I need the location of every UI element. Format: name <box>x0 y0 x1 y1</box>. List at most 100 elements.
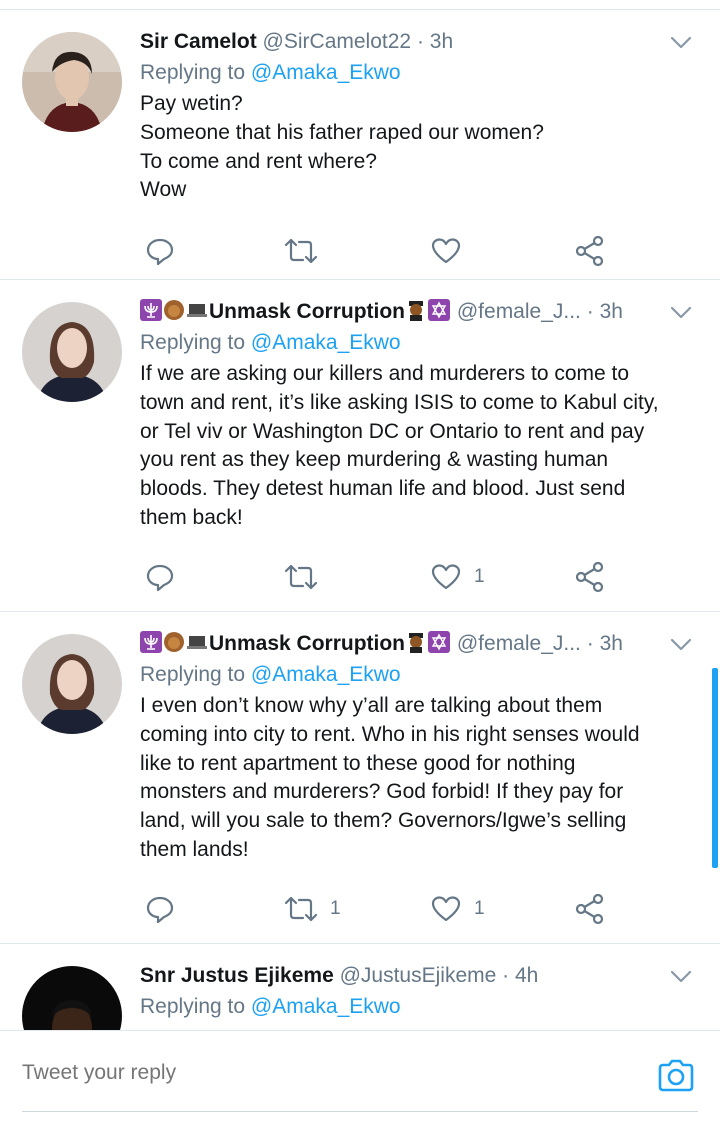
separator-dot: · <box>416 30 424 53</box>
timestamp[interactable]: 4h <box>515 964 538 987</box>
avatar[interactable] <box>22 634 122 734</box>
tweet-text-line: you rent as they keep murdering & wastin… <box>140 448 609 472</box>
chevron-down-icon[interactable] <box>670 970 692 984</box>
tweet-text: If we are asking our killers and murdere… <box>140 360 680 533</box>
tweet-text-line: Someone that his father raped our women? <box>140 120 544 144</box>
tweet-text-line: them back! <box>140 505 243 529</box>
star-of-david-emoji-icon <box>428 299 451 321</box>
top-divider <box>0 0 720 10</box>
replying-to: Replying to @Amaka_Ekwo <box>140 58 680 88</box>
user-handle[interactable]: @female_J... <box>457 300 581 323</box>
tweet[interactable]: Unmask Corruption @female_J... · 3h Repl… <box>0 612 720 944</box>
heart-icon <box>431 896 461 922</box>
person-emoji-icon <box>164 300 184 320</box>
tweet-header: Snr Justus Ejikeme @JustusEjikeme · 4h <box>140 962 680 990</box>
mention-link[interactable]: @Amaka_Ekwo <box>251 61 401 84</box>
menorah-emoji-icon <box>140 631 162 653</box>
share-icon <box>575 893 604 925</box>
retweet-count: 1 <box>330 898 341 919</box>
reply-timeline[interactable]: Sir Camelot @SirCamelot22 · 3h Replying … <box>0 0 720 1030</box>
replying-to: Replying to @Amaka_Ekwo <box>140 660 680 690</box>
laptop-emoji-icon <box>187 304 207 317</box>
mention-link[interactable]: @Amaka_Ekwo <box>251 331 401 354</box>
reply-button[interactable] <box>144 560 176 594</box>
share-button[interactable] <box>574 892 606 926</box>
chevron-down-icon[interactable] <box>670 36 692 50</box>
tweet-header: Unmask Corruption @female_J... · 3h <box>140 630 680 658</box>
replying-to-label: Replying to <box>140 331 246 354</box>
like-button[interactable]: 1 <box>430 892 485 926</box>
tweet-text-line: If we are asking our killers and murdere… <box>140 362 630 385</box>
person-emoji-icon <box>164 632 184 652</box>
tweet-text-line: bloods. They detest human life and blood… <box>140 477 626 501</box>
tweet-actions: 1 1 <box>140 892 610 926</box>
tweet-text-line: them lands! <box>140 837 249 861</box>
camera-icon[interactable] <box>656 1058 696 1094</box>
avatar[interactable] <box>22 302 122 402</box>
timestamp[interactable]: 3h <box>430 30 453 53</box>
like-count: 1 <box>474 566 485 587</box>
tweet-header: Sir Camelot @SirCamelot22 · 3h <box>140 28 680 56</box>
tweet[interactable]: Unmask Corruption @female_J... · 3h Repl… <box>0 280 720 612</box>
share-button[interactable] <box>574 234 606 268</box>
tweet-text-line: monsters and murderers? God forbid! If t… <box>140 780 624 804</box>
display-name[interactable]: Snr Justus Ejikeme <box>140 964 334 987</box>
like-button[interactable]: 1 <box>430 560 485 594</box>
reply-icon <box>146 896 174 924</box>
replying-to-label: Replying to <box>140 995 246 1018</box>
reply-button[interactable] <box>144 892 176 926</box>
share-icon <box>575 561 604 593</box>
chevron-down-icon[interactable] <box>670 306 692 320</box>
timestamp[interactable]: 3h <box>600 300 623 323</box>
reply-composer <box>0 1030 720 1122</box>
pilot-emoji-icon <box>409 301 424 321</box>
scrollbar[interactable] <box>712 668 718 868</box>
star-of-david-emoji-icon <box>428 631 451 653</box>
separator-dot: · <box>502 964 510 987</box>
mention-link[interactable]: @Amaka_Ekwo <box>251 995 401 1018</box>
display-name[interactable]: Unmask Corruption <box>209 632 405 655</box>
tweet-text-line: like to rent apartment to these good for… <box>140 751 576 775</box>
retweet-button[interactable] <box>284 560 330 594</box>
display-name[interactable]: Unmask Corruption <box>209 300 405 323</box>
heart-icon <box>431 238 461 264</box>
display-name[interactable]: Sir Camelot <box>140 30 257 53</box>
chevron-down-icon[interactable] <box>670 638 692 652</box>
share-button[interactable] <box>574 560 606 594</box>
retweet-button[interactable]: 1 <box>284 892 341 926</box>
user-handle[interactable]: @JustusEjikeme <box>340 964 497 987</box>
tweet-text-line: town and rent, it’s like asking ISIS to … <box>140 390 659 414</box>
tweet[interactable]: Sir Camelot @SirCamelot22 · 3h Replying … <box>0 10 720 280</box>
user-handle[interactable]: @SirCamelot22 <box>263 30 412 53</box>
tweet-text: Pay wetin? Someone that his father raped… <box>140 90 680 205</box>
tweet-text-line: Pay wetin? <box>140 92 243 115</box>
tweet[interactable]: Snr Justus Ejikeme @JustusEjikeme · 4h R… <box>0 944 720 1030</box>
user-handle[interactable]: @female_J... <box>457 632 581 655</box>
replying-to-label: Replying to <box>140 61 246 84</box>
pilot-emoji-icon <box>409 633 424 653</box>
reply-button[interactable] <box>144 234 176 268</box>
tweet-actions <box>140 234 610 268</box>
separator-dot: · <box>586 300 594 323</box>
menorah-emoji-icon <box>140 299 162 321</box>
tweet-text-line: To come and rent where? <box>140 149 377 173</box>
like-count: 1 <box>474 898 485 919</box>
replying-to: Replying to @Amaka_Ekwo <box>140 992 680 1022</box>
retweet-button[interactable] <box>284 234 330 268</box>
avatar[interactable] <box>22 966 122 1030</box>
timestamp[interactable]: 3h <box>600 632 623 655</box>
replying-to-label: Replying to <box>140 663 246 686</box>
mention-link[interactable]: @Amaka_Ekwo <box>251 663 401 686</box>
laptop-emoji-icon <box>187 636 207 649</box>
replying-to: Replying to @Amaka_Ekwo <box>140 328 680 358</box>
retweet-icon <box>284 896 318 922</box>
tweet-reply-input[interactable] <box>22 1061 582 1085</box>
reply-icon <box>146 238 174 266</box>
like-button[interactable] <box>430 234 474 268</box>
retweet-icon <box>284 238 318 264</box>
tweet-text-line: Wow <box>140 178 187 202</box>
tweet-header: Unmask Corruption @female_J... · 3h <box>140 298 680 326</box>
share-icon <box>575 235 604 267</box>
retweet-icon <box>284 564 318 590</box>
avatar[interactable] <box>22 32 122 132</box>
